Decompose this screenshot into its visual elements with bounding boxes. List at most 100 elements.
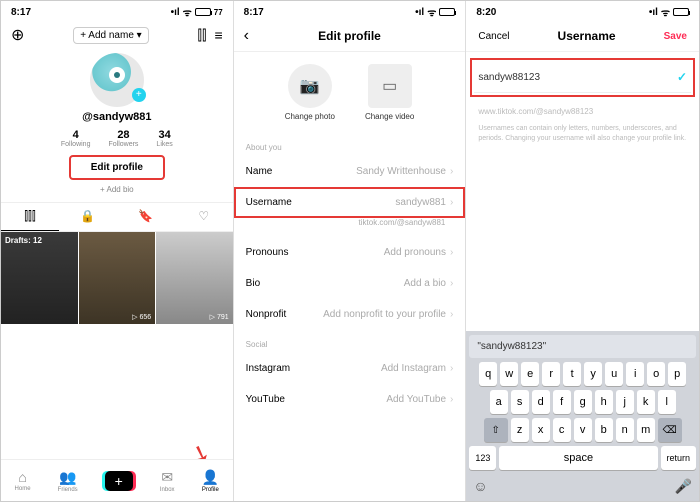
key-d[interactable]: d (532, 390, 550, 414)
page-title: Edit profile (318, 29, 381, 43)
edit-profile-button[interactable]: Edit profile (70, 156, 164, 179)
key-row: asdfghjkl (469, 390, 696, 414)
row-bio[interactable]: Bio Add a bio› (234, 268, 466, 299)
key-o[interactable]: o (647, 362, 665, 386)
row-name[interactable]: Name Sandy Writtenhouse› (234, 156, 466, 187)
tab-locked[interactable]: 🔒 (59, 203, 117, 231)
row-youtube[interactable]: YouTube Add YouTube› (234, 384, 466, 415)
return-key[interactable]: return (661, 446, 697, 470)
clock: 8:20 (476, 7, 496, 18)
key-i[interactable]: i (626, 362, 644, 386)
row-pronouns[interactable]: Pronouns Add pronouns› (234, 237, 466, 268)
add-name-dropdown[interactable]: + Add name ▾ (73, 27, 148, 44)
check-icon: ✓ (677, 70, 687, 84)
add-bio-button[interactable]: + Add bio (100, 185, 134, 194)
signal-icon: •ıl (171, 7, 180, 18)
key-x[interactable]: x (532, 418, 550, 442)
key-q[interactable]: q (479, 362, 497, 386)
status-bar: 8:17 •ılᯤ (234, 1, 466, 21)
video-thumb[interactable]: ▷ 791 (156, 232, 233, 324)
backspace-key[interactable]: ⌫ (658, 418, 682, 442)
profile-url: tiktok.com/@sandyw881 (234, 218, 466, 237)
key-b[interactable]: b (595, 418, 613, 442)
video-icon: ▭ (368, 64, 412, 108)
signal-icon: •ıl (415, 7, 424, 18)
profile-icon: 👤 (202, 469, 219, 486)
tab-liked[interactable]: ♡ (175, 203, 233, 231)
key-row: ⇧ zxcvbnm ⌫ (469, 418, 696, 442)
nav-inbox[interactable]: ✉Inbox (160, 469, 175, 493)
home-icon: ⌂ (18, 469, 26, 485)
save-button[interactable]: Save (664, 31, 687, 42)
url-preview: www.tiktok.com/@sandyw88123 (466, 103, 699, 120)
stat-followers[interactable]: 28 Followers (108, 129, 138, 148)
avatar[interactable]: + (90, 53, 144, 107)
creator-tools-icon[interactable]: ⫿⫿ (198, 27, 207, 44)
key-t[interactable]: t (563, 362, 581, 386)
signal-icon: •ıl (649, 7, 658, 18)
chevron-right-icon: › (450, 166, 453, 177)
key-v[interactable]: v (574, 418, 592, 442)
wifi-icon: ᯤ (183, 5, 192, 19)
change-video[interactable]: ▭ Change video (365, 64, 414, 121)
inbox-icon: ✉ (161, 469, 173, 486)
key-s[interactable]: s (511, 390, 529, 414)
chevron-right-icon: › (450, 278, 453, 289)
key-p[interactable]: p (668, 362, 686, 386)
key-c[interactable]: c (553, 418, 571, 442)
shift-key[interactable]: ⇧ (484, 418, 508, 442)
row-username[interactable]: Username sandyw881› (234, 187, 466, 218)
nav-create[interactable]: + (105, 471, 133, 491)
key-r[interactable]: r (542, 362, 560, 386)
chevron-right-icon: › (450, 247, 453, 258)
chevron-right-icon: › (450, 197, 453, 208)
key-j[interactable]: j (616, 390, 634, 414)
key-f[interactable]: f (553, 390, 571, 414)
username-handle: @sandyw881 (82, 111, 151, 123)
video-thumb-drafts[interactable]: Drafts: 12 (1, 232, 79, 324)
key-l[interactable]: l (658, 390, 676, 414)
video-thumb[interactable]: ▷ 656 (79, 232, 157, 324)
key-m[interactable]: m (637, 418, 655, 442)
battery-icon (195, 8, 211, 16)
tab-feed[interactable]: ⫿⫿⫿ (1, 203, 59, 231)
stat-likes[interactable]: 34 Likes (156, 129, 172, 148)
key-row: qwertyuiop (469, 362, 696, 386)
change-photo[interactable]: 📷 Change photo (285, 64, 335, 121)
status-bar: 8:20 •ılᯤ (466, 1, 699, 21)
emoji-key[interactable]: ☺ (473, 478, 487, 495)
key-w[interactable]: w (500, 362, 518, 386)
cancel-button[interactable]: Cancel (478, 31, 509, 42)
username-edit-screen: 8:20 •ılᯤ Cancel Username Save sandyw881… (466, 1, 699, 501)
chevron-right-icon: › (450, 394, 453, 405)
bottom-nav: ⌂Home 👥Friends + ✉Inbox 👤Profile (1, 459, 233, 501)
key-a[interactable]: a (490, 390, 508, 414)
menu-icon[interactable]: ≡ (214, 27, 222, 44)
tab-saved[interactable]: 🔖 (117, 203, 175, 231)
add-avatar-icon[interactable]: + (132, 88, 146, 102)
back-button[interactable]: ‹ (244, 27, 249, 45)
key-u[interactable]: u (605, 362, 623, 386)
key-e[interactable]: e (521, 362, 539, 386)
key-k[interactable]: k (637, 390, 655, 414)
key-y[interactable]: y (584, 362, 602, 386)
row-instagram[interactable]: Instagram Add Instagram› (234, 353, 466, 384)
numbers-key[interactable]: 123 (469, 446, 496, 470)
key-n[interactable]: n (616, 418, 634, 442)
space-key[interactable]: space (499, 446, 657, 470)
key-z[interactable]: z (511, 418, 529, 442)
keyboard-suggestion[interactable]: "sandyw88123" (469, 335, 696, 358)
nav-friends[interactable]: 👥Friends (58, 469, 78, 493)
key-h[interactable]: h (595, 390, 613, 414)
stat-following[interactable]: 4 Following (61, 129, 91, 148)
friends-icon: 👥 (59, 469, 76, 486)
key-g[interactable]: g (574, 390, 592, 414)
mic-key[interactable]: 🎤 (675, 478, 692, 495)
nav-home[interactable]: ⌂Home (15, 469, 31, 492)
chevron-right-icon: › (450, 363, 453, 374)
username-input[interactable]: sandyw88123 ✓ (474, 62, 691, 93)
clock: 8:17 (244, 7, 264, 18)
add-account-icon[interactable]: ⊕ (11, 25, 24, 45)
row-nonprofit[interactable]: Nonprofit Add nonprofit to your profile› (234, 299, 466, 330)
nav-profile[interactable]: 👤Profile (202, 469, 219, 493)
